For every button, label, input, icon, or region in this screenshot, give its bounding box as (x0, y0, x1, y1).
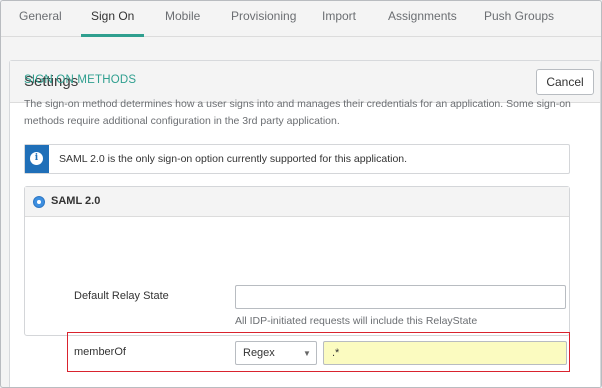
tab-push-groups[interactable]: Push Groups (484, 1, 554, 37)
member-of-input[interactable] (323, 341, 567, 365)
match-type-select[interactable]: Regex ▼ (235, 341, 317, 365)
chevron-down-icon: ▼ (303, 349, 311, 358)
sign-on-methods-description: The sign-on method determines how a user… (24, 98, 571, 127)
relay-state-hint: All IDP-initiated requests will include … (235, 315, 478, 327)
tab-bar: General Sign On Mobile Provisioning Impo… (1, 1, 601, 37)
tab-assignments[interactable]: Assignments (388, 1, 457, 37)
saml-radio-button[interactable] (33, 196, 45, 208)
info-icon: i (30, 152, 43, 165)
cancel-button[interactable]: Cancel (536, 69, 594, 95)
saml-section: SAML 2.0 (24, 186, 570, 336)
info-banner: i SAML 2.0 is the only sign-on option cu… (24, 144, 570, 174)
tab-sign-on[interactable]: Sign On (80, 1, 145, 37)
tab-import[interactable]: Import (322, 1, 356, 37)
saml-option-label: SAML 2.0 (51, 195, 101, 207)
info-icon-strip: i (25, 145, 49, 173)
default-relay-state-input[interactable] (235, 285, 566, 309)
saml-option-header[interactable]: SAML 2.0 (25, 187, 569, 217)
member-of-label: memberOf (74, 346, 126, 358)
tab-provisioning[interactable]: Provisioning (231, 1, 296, 37)
app-window: General Sign On Mobile Provisioning Impo… (0, 0, 602, 388)
info-banner-text: SAML 2.0 is the only sign-on option curr… (59, 153, 408, 165)
default-relay-state-label: Default Relay State (74, 290, 169, 302)
match-type-value: Regex (243, 347, 275, 359)
tab-mobile[interactable]: Mobile (165, 1, 200, 37)
tab-general[interactable]: General (19, 1, 62, 37)
sign-on-methods-heading: SIGN ON METHODS (24, 74, 137, 86)
